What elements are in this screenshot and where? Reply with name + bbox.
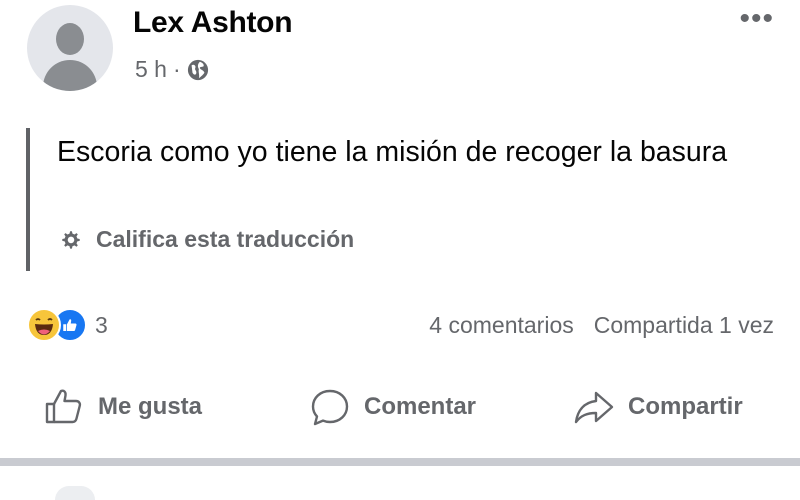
post-text: Escoria como yo tiene la misión de recog… — [57, 136, 728, 168]
author-name[interactable]: Lex Ashton — [133, 6, 293, 40]
comment-label: Comentar — [364, 393, 477, 420]
action-bar: Me gusta Comentar Compartir — [0, 385, 800, 435]
comment-count-link[interactable]: 4 comentarios — [429, 312, 573, 339]
share-arrow-icon — [574, 391, 614, 424]
avatar-head-shape — [56, 23, 84, 55]
reaction-count: 3 — [95, 311, 108, 338]
like-label: Me gusta — [98, 393, 203, 420]
share-button[interactable]: Compartir — [572, 385, 743, 429]
meta-separator: · — [172, 56, 181, 82]
avatar-body-shape — [43, 60, 97, 91]
feed-divider — [0, 458, 800, 466]
gear-icon — [62, 230, 80, 249]
more-options-button[interactable]: ••• — [739, 4, 774, 34]
engagement-counts: 4 comentarios Compartida 1 vez — [429, 312, 774, 339]
post-time[interactable]: 5 h — [135, 56, 167, 83]
comment-button[interactable]: Comentar — [308, 385, 476, 429]
share-count-link[interactable]: Compartida 1 vez — [594, 312, 774, 339]
globe-icon[interactable] — [187, 59, 209, 81]
comment-bubble-icon — [311, 389, 349, 426]
haha-emoji-icon — [27, 308, 61, 342]
reaction-summary[interactable]: 3 — [27, 308, 108, 342]
thumbs-up-icon — [45, 389, 82, 424]
post-card: Lex Ashton 5 h · ••• Escoria como yo tie… — [0, 0, 800, 462]
next-post-avatar-hint — [55, 486, 95, 500]
translation-quote-bar — [26, 128, 30, 271]
rate-translation-link[interactable]: Califica esta traducción — [60, 226, 354, 253]
avatar[interactable] — [27, 5, 113, 91]
post-meta: 5 h · — [135, 56, 209, 83]
share-label: Compartir — [628, 393, 743, 420]
rate-translation-label: Califica esta traducción — [96, 226, 355, 252]
like-button[interactable]: Me gusta — [42, 385, 202, 429]
